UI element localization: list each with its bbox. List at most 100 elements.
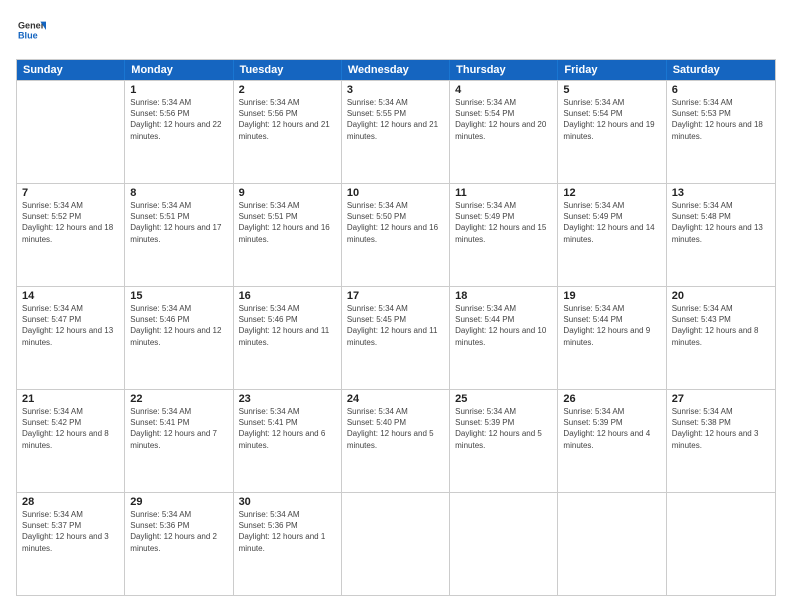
day-number: 22	[130, 393, 227, 405]
day-number: 10	[347, 187, 444, 199]
day-number: 1	[130, 84, 227, 96]
day-info: Sunrise: 5:34 AMSunset: 5:51 PMDaylight:…	[239, 200, 336, 245]
calendar-cell	[450, 493, 558, 595]
svg-text:Blue: Blue	[18, 30, 38, 40]
calendar-cell	[558, 493, 666, 595]
day-number: 26	[563, 393, 660, 405]
day-info: Sunrise: 5:34 AMSunset: 5:55 PMDaylight:…	[347, 97, 444, 142]
day-info: Sunrise: 5:34 AMSunset: 5:43 PMDaylight:…	[672, 303, 770, 348]
day-info: Sunrise: 5:34 AMSunset: 5:45 PMDaylight:…	[347, 303, 444, 348]
calendar-cell: 21Sunrise: 5:34 AMSunset: 5:42 PMDayligh…	[17, 390, 125, 492]
day-info: Sunrise: 5:34 AMSunset: 5:44 PMDaylight:…	[563, 303, 660, 348]
calendar-row-2: 7Sunrise: 5:34 AMSunset: 5:52 PMDaylight…	[17, 183, 775, 286]
calendar-cell: 6Sunrise: 5:34 AMSunset: 5:53 PMDaylight…	[667, 81, 775, 183]
day-number: 30	[239, 496, 336, 508]
calendar-cell: 5Sunrise: 5:34 AMSunset: 5:54 PMDaylight…	[558, 81, 666, 183]
day-number: 14	[22, 290, 119, 302]
calendar-cell: 15Sunrise: 5:34 AMSunset: 5:46 PMDayligh…	[125, 287, 233, 389]
calendar-cell	[667, 493, 775, 595]
day-info: Sunrise: 5:34 AMSunset: 5:46 PMDaylight:…	[239, 303, 336, 348]
day-info: Sunrise: 5:34 AMSunset: 5:56 PMDaylight:…	[239, 97, 336, 142]
day-info: Sunrise: 5:34 AMSunset: 5:38 PMDaylight:…	[672, 406, 770, 451]
day-number: 18	[455, 290, 552, 302]
calendar-cell: 25Sunrise: 5:34 AMSunset: 5:39 PMDayligh…	[450, 390, 558, 492]
calendar-cell: 9Sunrise: 5:34 AMSunset: 5:51 PMDaylight…	[234, 184, 342, 286]
calendar-cell: 28Sunrise: 5:34 AMSunset: 5:37 PMDayligh…	[17, 493, 125, 595]
day-number: 19	[563, 290, 660, 302]
calendar-cell: 20Sunrise: 5:34 AMSunset: 5:43 PMDayligh…	[667, 287, 775, 389]
weekday-header-saturday: Saturday	[667, 60, 775, 80]
day-number: 21	[22, 393, 119, 405]
calendar-cell: 19Sunrise: 5:34 AMSunset: 5:44 PMDayligh…	[558, 287, 666, 389]
calendar-cell: 12Sunrise: 5:34 AMSunset: 5:49 PMDayligh…	[558, 184, 666, 286]
calendar-cell: 27Sunrise: 5:34 AMSunset: 5:38 PMDayligh…	[667, 390, 775, 492]
day-info: Sunrise: 5:34 AMSunset: 5:53 PMDaylight:…	[672, 97, 770, 142]
day-number: 7	[22, 187, 119, 199]
calendar-cell: 10Sunrise: 5:34 AMSunset: 5:50 PMDayligh…	[342, 184, 450, 286]
day-info: Sunrise: 5:34 AMSunset: 5:48 PMDaylight:…	[672, 200, 770, 245]
calendar-cell: 17Sunrise: 5:34 AMSunset: 5:45 PMDayligh…	[342, 287, 450, 389]
calendar-cell: 16Sunrise: 5:34 AMSunset: 5:46 PMDayligh…	[234, 287, 342, 389]
weekday-header-tuesday: Tuesday	[234, 60, 342, 80]
day-info: Sunrise: 5:34 AMSunset: 5:49 PMDaylight:…	[455, 200, 552, 245]
calendar-cell: 4Sunrise: 5:34 AMSunset: 5:54 PMDaylight…	[450, 81, 558, 183]
day-info: Sunrise: 5:34 AMSunset: 5:39 PMDaylight:…	[455, 406, 552, 451]
day-info: Sunrise: 5:34 AMSunset: 5:37 PMDaylight:…	[22, 509, 119, 554]
day-info: Sunrise: 5:34 AMSunset: 5:52 PMDaylight:…	[22, 200, 119, 245]
day-info: Sunrise: 5:34 AMSunset: 5:54 PMDaylight:…	[563, 97, 660, 142]
day-number: 20	[672, 290, 770, 302]
day-info: Sunrise: 5:34 AMSunset: 5:56 PMDaylight:…	[130, 97, 227, 142]
day-info: Sunrise: 5:34 AMSunset: 5:41 PMDaylight:…	[130, 406, 227, 451]
day-number: 12	[563, 187, 660, 199]
calendar-cell: 1Sunrise: 5:34 AMSunset: 5:56 PMDaylight…	[125, 81, 233, 183]
calendar-cell: 3Sunrise: 5:34 AMSunset: 5:55 PMDaylight…	[342, 81, 450, 183]
day-info: Sunrise: 5:34 AMSunset: 5:49 PMDaylight:…	[563, 200, 660, 245]
weekday-header-wednesday: Wednesday	[342, 60, 450, 80]
weekday-header-thursday: Thursday	[450, 60, 558, 80]
day-number: 3	[347, 84, 444, 96]
day-number: 25	[455, 393, 552, 405]
day-number: 16	[239, 290, 336, 302]
logo: General Blue	[16, 16, 46, 49]
day-info: Sunrise: 5:34 AMSunset: 5:51 PMDaylight:…	[130, 200, 227, 245]
day-info: Sunrise: 5:34 AMSunset: 5:40 PMDaylight:…	[347, 406, 444, 451]
day-number: 4	[455, 84, 552, 96]
day-number: 6	[672, 84, 770, 96]
day-info: Sunrise: 5:34 AMSunset: 5:46 PMDaylight:…	[130, 303, 227, 348]
day-number: 28	[22, 496, 119, 508]
calendar-row-1: 1Sunrise: 5:34 AMSunset: 5:56 PMDaylight…	[17, 80, 775, 183]
day-number: 15	[130, 290, 227, 302]
calendar-cell: 22Sunrise: 5:34 AMSunset: 5:41 PMDayligh…	[125, 390, 233, 492]
calendar-cell	[17, 81, 125, 183]
calendar-cell: 7Sunrise: 5:34 AMSunset: 5:52 PMDaylight…	[17, 184, 125, 286]
calendar-cell: 11Sunrise: 5:34 AMSunset: 5:49 PMDayligh…	[450, 184, 558, 286]
day-info: Sunrise: 5:34 AMSunset: 5:36 PMDaylight:…	[239, 509, 336, 554]
page-header: General Blue	[16, 16, 776, 49]
day-info: Sunrise: 5:34 AMSunset: 5:44 PMDaylight:…	[455, 303, 552, 348]
day-number: 2	[239, 84, 336, 96]
calendar-cell: 23Sunrise: 5:34 AMSunset: 5:41 PMDayligh…	[234, 390, 342, 492]
day-info: Sunrise: 5:34 AMSunset: 5:47 PMDaylight:…	[22, 303, 119, 348]
day-number: 24	[347, 393, 444, 405]
day-number: 5	[563, 84, 660, 96]
day-number: 29	[130, 496, 227, 508]
calendar-cell: 2Sunrise: 5:34 AMSunset: 5:56 PMDaylight…	[234, 81, 342, 183]
weekday-header-sunday: Sunday	[17, 60, 125, 80]
calendar-cell: 14Sunrise: 5:34 AMSunset: 5:47 PMDayligh…	[17, 287, 125, 389]
weekday-header-friday: Friday	[558, 60, 666, 80]
day-number: 13	[672, 187, 770, 199]
day-number: 27	[672, 393, 770, 405]
calendar-cell: 18Sunrise: 5:34 AMSunset: 5:44 PMDayligh…	[450, 287, 558, 389]
logo-icon: General Blue	[18, 16, 46, 44]
calendar-row-5: 28Sunrise: 5:34 AMSunset: 5:37 PMDayligh…	[17, 492, 775, 595]
day-number: 23	[239, 393, 336, 405]
day-info: Sunrise: 5:34 AMSunset: 5:42 PMDaylight:…	[22, 406, 119, 451]
day-info: Sunrise: 5:34 AMSunset: 5:41 PMDaylight:…	[239, 406, 336, 451]
day-number: 9	[239, 187, 336, 199]
calendar: SundayMondayTuesdayWednesdayThursdayFrid…	[16, 59, 776, 596]
weekday-header-monday: Monday	[125, 60, 233, 80]
calendar-header: SundayMondayTuesdayWednesdayThursdayFrid…	[17, 60, 775, 80]
day-info: Sunrise: 5:34 AMSunset: 5:39 PMDaylight:…	[563, 406, 660, 451]
calendar-body: 1Sunrise: 5:34 AMSunset: 5:56 PMDaylight…	[17, 80, 775, 595]
day-info: Sunrise: 5:34 AMSunset: 5:54 PMDaylight:…	[455, 97, 552, 142]
